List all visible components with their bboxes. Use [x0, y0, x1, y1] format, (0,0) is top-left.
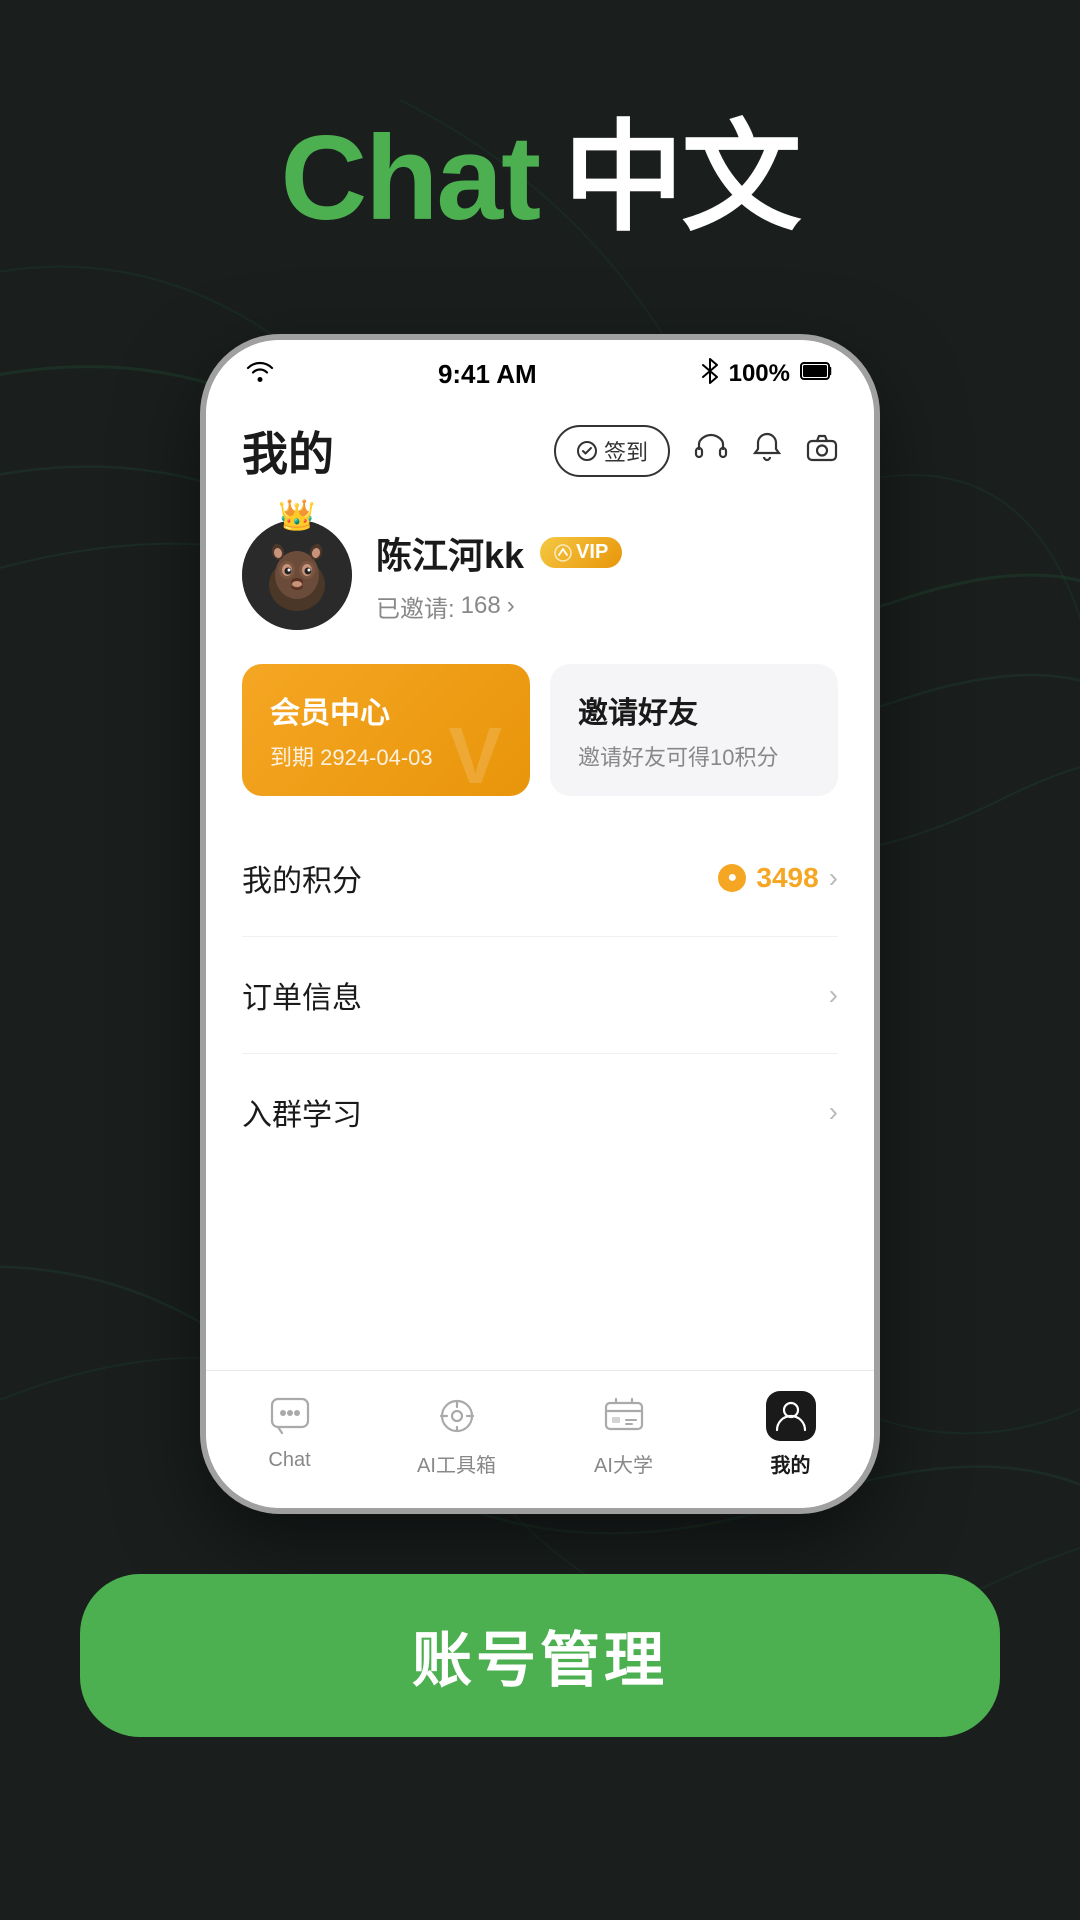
bluetooth-icon [701, 358, 719, 390]
header-actions: 签到 [554, 425, 838, 477]
page-title-area: Chat 中文 [0, 0, 1080, 314]
invited-chevron: › [507, 592, 515, 620]
invite-card-title: 邀请好友 [578, 688, 810, 732]
bottom-button-area: 账号管理 [0, 1514, 1080, 1817]
vip-badge: VIP [540, 537, 622, 568]
app-title: 我的 [242, 418, 334, 484]
invited-info[interactable]: 已邀请: 168 › [376, 589, 838, 624]
chevron-icon-group: › [829, 1096, 838, 1128]
phone-wrapper: 9:41 AM 100% [0, 334, 1080, 1514]
menu-orders-label: 订单信息 [242, 973, 362, 1017]
nav-profile-label: 我的 [771, 1449, 811, 1478]
avatar-wrapper[interactable]: 👑 [242, 520, 352, 630]
menu-list: 我的积分 ● 3498 › 订单信息 › 入群学习 [206, 820, 874, 1170]
bell-icon[interactable] [752, 431, 782, 472]
profile-row: 👑 [242, 520, 838, 630]
avatar [242, 520, 352, 630]
nav-item-chat[interactable]: Chat [206, 1391, 373, 1478]
menu-orders-right: › [829, 979, 838, 1011]
app-header: 我的 签到 [206, 398, 874, 500]
headphone-icon[interactable] [694, 431, 728, 472]
menu-item-group[interactable]: 入群学习 › [242, 1054, 838, 1170]
sign-in-label: 签到 [604, 435, 648, 467]
nav-profile-icon [766, 1391, 816, 1441]
title-chinese: 中文 [564, 111, 800, 245]
coin-icon: ● [718, 864, 746, 892]
crown-icon: 👑 [278, 498, 315, 533]
menu-points-value: 3498 [756, 862, 818, 894]
chevron-icon-orders: › [829, 979, 838, 1011]
status-right: 100% [701, 358, 834, 390]
status-bar: 9:41 AM 100% [206, 340, 874, 398]
battery-percent: 100% [729, 360, 790, 388]
phone-screen: 9:41 AM 100% [206, 340, 874, 1508]
nav-item-profile[interactable]: 我的 [707, 1391, 874, 1478]
nav-toolbox-label: AI工具箱 [417, 1449, 496, 1478]
member-card[interactable]: 会员中心 到期 2924-04-03 V [242, 664, 530, 796]
camera-icon[interactable] [806, 432, 838, 471]
nav-item-toolbox[interactable]: AI工具箱 [373, 1391, 540, 1478]
battery-icon [800, 361, 834, 387]
menu-group-right: › [829, 1096, 838, 1128]
nav-university-label: AI大学 [594, 1449, 653, 1478]
sign-in-button[interactable]: 签到 [554, 425, 670, 477]
menu-item-points[interactable]: 我的积分 ● 3498 › [242, 820, 838, 937]
invited-count: 168 [461, 592, 501, 620]
cards-row: 会员中心 到期 2924-04-03 V 邀请好友 邀请好友可得10积分 [206, 654, 874, 820]
nav-toolbox-icon [432, 1391, 482, 1441]
nav-item-university[interactable]: AI大学 [540, 1391, 707, 1478]
phone-mockup: 9:41 AM 100% [200, 334, 880, 1514]
nav-chat-label: Chat [268, 1449, 310, 1472]
chevron-icon-points: › [829, 862, 838, 894]
profile-section: 👑 [206, 500, 874, 654]
profile-name-row: 陈江河kk VIP [376, 527, 838, 579]
invite-card-desc: 邀请好友可得10积分 [578, 740, 810, 772]
invite-card[interactable]: 邀请好友 邀请好友可得10积分 [550, 664, 838, 796]
title-chat: Chat [280, 111, 539, 245]
nav-university-icon [599, 1391, 649, 1441]
profile-info: 陈江河kk VIP 已邀请: 168 [376, 527, 838, 624]
menu-points-label: 我的积分 [242, 856, 362, 900]
invited-prefix: 已邀请: [376, 589, 455, 624]
nav-chat-icon [265, 1391, 315, 1441]
profile-name: 陈江河kk [376, 527, 524, 579]
account-management-button[interactable]: 账号管理 [80, 1574, 1000, 1737]
wifi-icon [246, 360, 274, 388]
content-spacer [206, 1170, 874, 1370]
bottom-nav: Chat AI工具箱 [206, 1370, 874, 1508]
menu-group-label: 入群学习 [242, 1090, 362, 1134]
menu-item-orders[interactable]: 订单信息 › [242, 937, 838, 1054]
vip-label: VIP [576, 541, 608, 564]
status-time: 9:41 AM [438, 359, 537, 390]
menu-points-right: ● 3498 › [718, 862, 838, 894]
